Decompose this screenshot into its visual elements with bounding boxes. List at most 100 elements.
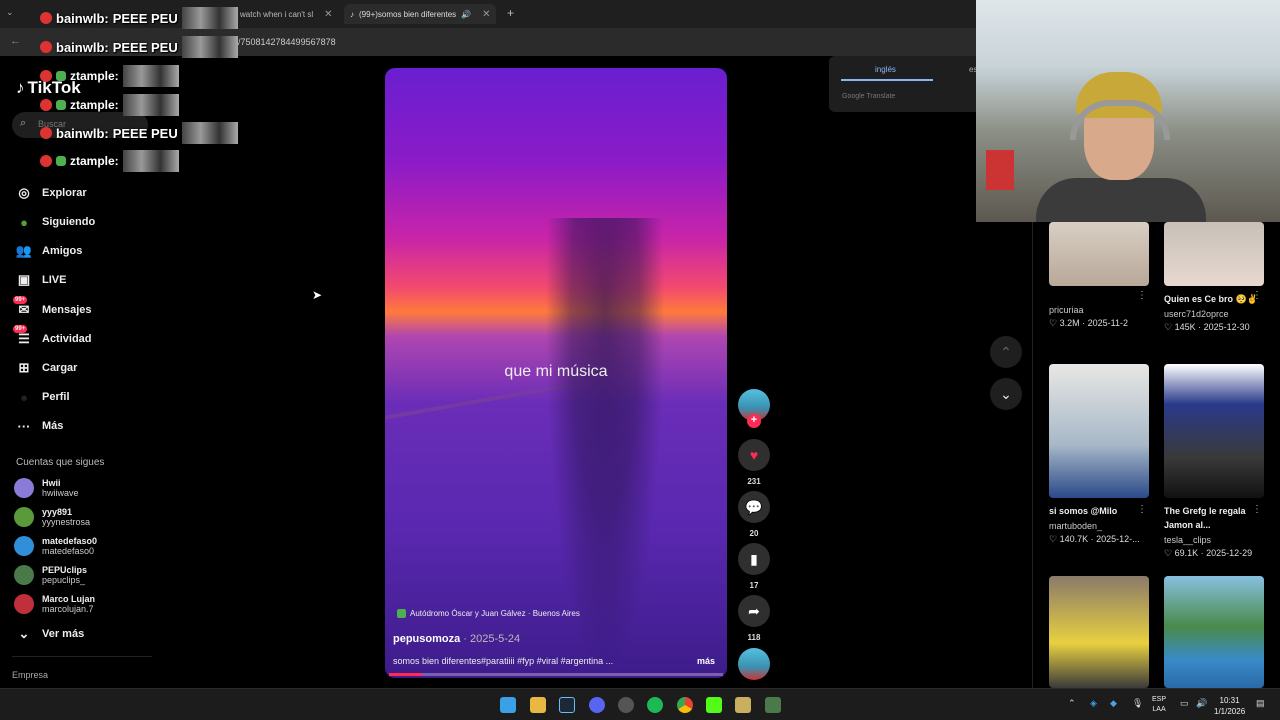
tab-1[interactable]: i watch when i can't sl ✕ xyxy=(230,4,342,24)
more-options-icon[interactable]: ⋮ xyxy=(1137,290,1147,301)
video-card[interactable]: ⋮ si somos @Milo martuboden_ ♡ 140.7K · … xyxy=(1049,364,1149,545)
kick-icon[interactable] xyxy=(706,697,722,713)
card-title[interactable]: Quien es Ce bro 🥺✌️ xyxy=(1164,292,1264,306)
music-disc-avatar[interactable] xyxy=(738,648,770,680)
video-thumbnail[interactable] xyxy=(1164,576,1264,688)
close-icon[interactable]: ✕ xyxy=(482,9,490,20)
network-icon[interactable]: ▭ xyxy=(1180,698,1189,709)
followed-account[interactable]: Marco Lujan marcolujan.7 xyxy=(14,594,95,614)
microphone-icon[interactable]: 🎙 xyxy=(1132,698,1143,709)
video-author[interactable]: pepusomoza · 2025-5-24 xyxy=(393,633,520,645)
obs-icon[interactable] xyxy=(618,697,634,713)
card-title[interactable]: The Grefg le regala Jamon al... xyxy=(1164,504,1264,532)
video-thumbnail[interactable] xyxy=(1164,364,1264,498)
author-name[interactable]: pepusomoza xyxy=(393,633,460,645)
tab-list-chevron-icon[interactable]: ⌄ xyxy=(6,7,14,18)
sidebar-item-amigos[interactable]: 👥 Amigos xyxy=(16,240,82,262)
profile-icon: ● xyxy=(20,389,28,405)
previous-video-button[interactable]: ⌃ xyxy=(990,336,1022,368)
sidebar-item-actividad[interactable]: ☰ 99+ Actividad xyxy=(13,325,92,350)
share-action[interactable]: ➦ 118 xyxy=(738,595,770,642)
translate-tab-english[interactable]: inglés xyxy=(875,65,896,74)
followed-account[interactable]: yyy891 yyynestrosa xyxy=(14,507,90,527)
sidebar-item-siguiendo[interactable]: ● Siguiendo xyxy=(16,211,95,233)
followed-account[interactable]: Hwii hwiiwave xyxy=(14,478,79,498)
sidebar-item-perfil[interactable]: ● Perfil xyxy=(16,386,69,408)
chat-badge-icon xyxy=(56,71,66,81)
video-thumbnail[interactable] xyxy=(1049,222,1149,286)
friends-icon: 👥 xyxy=(15,243,33,258)
sidebar-item-explorar[interactable]: ◎ Explorar xyxy=(16,182,86,204)
card-title[interactable]: si somos @Milo xyxy=(1049,504,1149,518)
more-options-icon[interactable]: ⋮ xyxy=(1252,290,1262,301)
more-options-icon[interactable]: ⋮ xyxy=(1252,504,1262,515)
sidebar-item-cargar[interactable]: ⊞ Cargar xyxy=(16,357,78,379)
sidebar-item-más[interactable]: ··· Más xyxy=(16,415,64,437)
sidebar-item-mensajes[interactable]: ✉ 99+ Mensajes xyxy=(13,296,92,321)
chat-message: ztample: xyxy=(40,65,179,87)
video-card[interactable] xyxy=(1049,576,1149,688)
avatar[interactable] xyxy=(14,478,34,498)
share-icon[interactable]: ➦ xyxy=(738,595,770,627)
card-user[interactable]: userc71d2oprce xyxy=(1164,309,1264,319)
video-player[interactable]: que mi música Autódromo Óscar y Juan Gál… xyxy=(385,68,727,678)
back-icon[interactable]: ← xyxy=(10,35,21,47)
account-text: PEPUclips pepuclips_ xyxy=(42,565,87,585)
video-thumbnail[interactable] xyxy=(1049,576,1149,688)
speaker-icon[interactable]: 🔊 xyxy=(461,10,471,19)
next-video-button[interactable]: ⌄ xyxy=(990,378,1022,410)
close-icon[interactable]: ✕ xyxy=(324,9,332,20)
save-action[interactable]: ▮ 17 xyxy=(738,543,770,590)
file-explorer-icon[interactable] xyxy=(530,697,546,713)
new-tab-button[interactable]: + xyxy=(507,6,514,20)
tray-expand-icon[interactable]: ⌃ xyxy=(1068,698,1076,709)
chat-emote-icon xyxy=(181,122,238,144)
sidebar-item-label: Amigos xyxy=(42,245,83,257)
app-icon[interactable] xyxy=(735,697,751,713)
video-card[interactable]: ⋮ pricuriaa ♡ 3.2M · 2025-11-2 xyxy=(1049,222,1149,329)
divider xyxy=(12,656,152,657)
minecraft-icon[interactable] xyxy=(765,697,781,713)
more-options-icon[interactable]: ⋮ xyxy=(1137,504,1147,515)
footer-link-empresa[interactable]: Empresa xyxy=(12,670,48,680)
url-field[interactable]: /7508142784499567878 xyxy=(238,37,336,47)
chrome-icon[interactable] xyxy=(677,697,693,713)
sidebar-item-live[interactable]: ▣ LIVE xyxy=(16,269,67,291)
discord-icon[interactable] xyxy=(589,697,605,713)
account-text: Marco Lujan marcolujan.7 xyxy=(42,594,95,614)
avatar[interactable] xyxy=(14,565,34,585)
tray-app-icon[interactable]: ◈ xyxy=(1090,698,1097,709)
video-thumbnail[interactable] xyxy=(1164,222,1264,286)
video-progress-bar[interactable] xyxy=(389,673,723,676)
system-clock[interactable]: 10:31 1/1/2026 xyxy=(1214,695,1245,717)
like-action[interactable]: ♥ 231 xyxy=(738,439,770,486)
bookmark-icon[interactable]: ▮ xyxy=(738,543,770,575)
more-button[interactable]: más xyxy=(697,656,715,666)
followed-account[interactable]: matedefaso0 matedefaso0 xyxy=(14,536,97,556)
card-user[interactable]: tesla__clips xyxy=(1164,535,1264,545)
notification-icon[interactable]: ▤ xyxy=(1256,698,1265,709)
tray-app-icon[interactable]: ◆ xyxy=(1110,698,1117,709)
avatar[interactable] xyxy=(14,507,34,527)
video-card[interactable]: ⋮ The Grefg le regala Jamon al... tesla_… xyxy=(1164,364,1264,559)
card-user[interactable]: pricuriaa xyxy=(1049,305,1149,315)
windows-start-icon[interactable] xyxy=(500,697,516,713)
video-thumbnail[interactable] xyxy=(1049,364,1149,498)
avatar[interactable] xyxy=(14,594,34,614)
see-more-button[interactable]: ⌄ Ver más xyxy=(16,623,85,645)
spotify-icon[interactable] xyxy=(647,697,663,713)
comment-action[interactable]: 💬 20 xyxy=(738,491,770,538)
video-card[interactable]: ⋮ Quien es Ce bro 🥺✌️ userc71d2oprce ♡ 1… xyxy=(1164,222,1264,333)
language-indicator[interactable]: ESP LAA xyxy=(1152,695,1166,715)
heart-icon[interactable]: ♥ xyxy=(738,439,770,471)
steam-icon[interactable] xyxy=(559,697,575,713)
avatar[interactable] xyxy=(14,536,34,556)
tab-2[interactable]: ♪ (99+)somos bien diferentes 🔊 ✕ xyxy=(344,4,496,24)
card-user[interactable]: martuboden_ xyxy=(1049,521,1149,531)
follow-plus-icon[interactable]: + xyxy=(747,414,761,428)
location-tag[interactable]: Autódromo Óscar y Juan Gálvez · Buenos A… xyxy=(397,609,580,618)
video-card[interactable] xyxy=(1164,576,1264,688)
volume-icon[interactable]: 🔊 xyxy=(1196,698,1207,709)
comment-icon[interactable]: 💬 xyxy=(738,491,770,523)
followed-account[interactable]: PEPUclips pepuclips_ xyxy=(14,565,87,585)
